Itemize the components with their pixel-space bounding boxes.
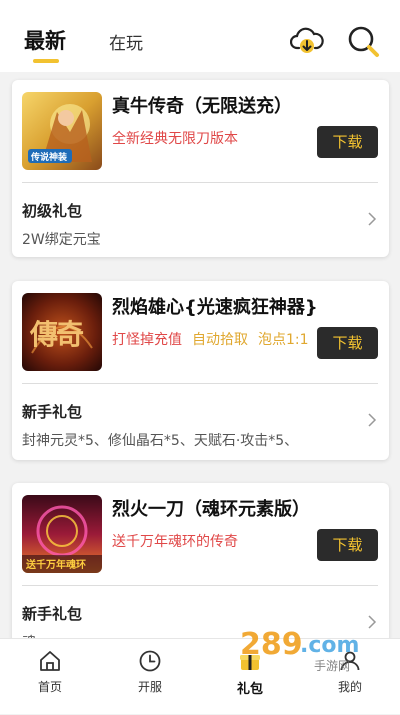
thumb-caption: 送千万年魂环 [26, 560, 86, 571]
divider [22, 383, 378, 384]
download-button[interactable]: 下载 [317, 327, 378, 359]
home-icon [40, 651, 60, 671]
game-thumbnail[interactable]: 送千万年魂环 [22, 495, 102, 573]
chevron-right-icon[interactable] [367, 413, 377, 427]
tag: 自动拾取 [192, 332, 248, 348]
nav-item-home[interactable]: 首页 [10, 639, 90, 715]
thumb-caption: 传说神装 [31, 153, 68, 163]
top-header: 最新 在玩 [0, 0, 400, 72]
nav-item-server[interactable]: 开服 [110, 639, 190, 715]
divider [22, 182, 378, 183]
game-card[interactable]: 傳奇 烈焰雄心{光速疯狂神器} 打怪掉充值 自动拾取 泡点1:1 下载 新手礼包 封… [12, 281, 389, 460]
gift-title: 新手礼包 [22, 403, 83, 421]
tag: 泡点1:1 [258, 332, 309, 348]
gift-content: 2W绑定元宝 [22, 232, 101, 248]
chevron-right-icon[interactable] [367, 212, 377, 226]
clock-icon [139, 650, 161, 672]
game-card[interactable]: 传说神装 真牛传奇（无限送充） 全新经典无限刀版本 下载 初级礼包 2W绑定元宝 [12, 80, 389, 257]
watermark-logo: 289 .com 手游网 [240, 627, 359, 673]
svg-text:手游网: 手游网 [314, 659, 350, 673]
thumb-caption: 傳奇 [30, 318, 84, 351]
tab-playing[interactable]: 在玩 [109, 29, 143, 54]
tag: 打怪掉充值 [112, 332, 182, 348]
game-title[interactable]: 烈焰雄心{光速疯狂神器} [112, 293, 318, 319]
divider [22, 585, 378, 586]
game-title[interactable]: 烈火一刀（魂环元素版） [112, 495, 310, 521]
game-description: 全新经典无限刀版本 [112, 131, 238, 147]
gift-title: 初级礼包 [22, 202, 83, 220]
nav-label: 首页 [37, 680, 62, 694]
download-button[interactable]: 下载 [317, 126, 378, 158]
tab-latest[interactable]: 最新 [24, 25, 66, 63]
game-thumbnail[interactable]: 传说神装 [22, 92, 102, 170]
gift-title: 新手礼包 [22, 605, 83, 623]
game-thumbnail[interactable]: 傳奇 [22, 293, 102, 371]
nav-label: 我的 [337, 680, 362, 694]
nav-label: 开服 [137, 680, 162, 694]
nav-label: 礼包 [236, 682, 263, 697]
search-icon[interactable] [346, 24, 380, 58]
game-tags: 打怪掉充值 自动拾取 泡点1:1 [112, 329, 320, 349]
download-button[interactable]: 下载 [317, 529, 378, 561]
svg-text:.com: .com [300, 633, 359, 658]
game-description: 送千万年魂环的传奇 [112, 534, 238, 550]
gift-content: 封神元灵*5、修仙晶石*5、天赋石·攻击*5、 [22, 433, 299, 449]
cloud-download-icon[interactable] [290, 24, 324, 58]
svg-text:289: 289 [240, 627, 303, 662]
game-title[interactable]: 真牛传奇（无限送充） [112, 92, 292, 118]
